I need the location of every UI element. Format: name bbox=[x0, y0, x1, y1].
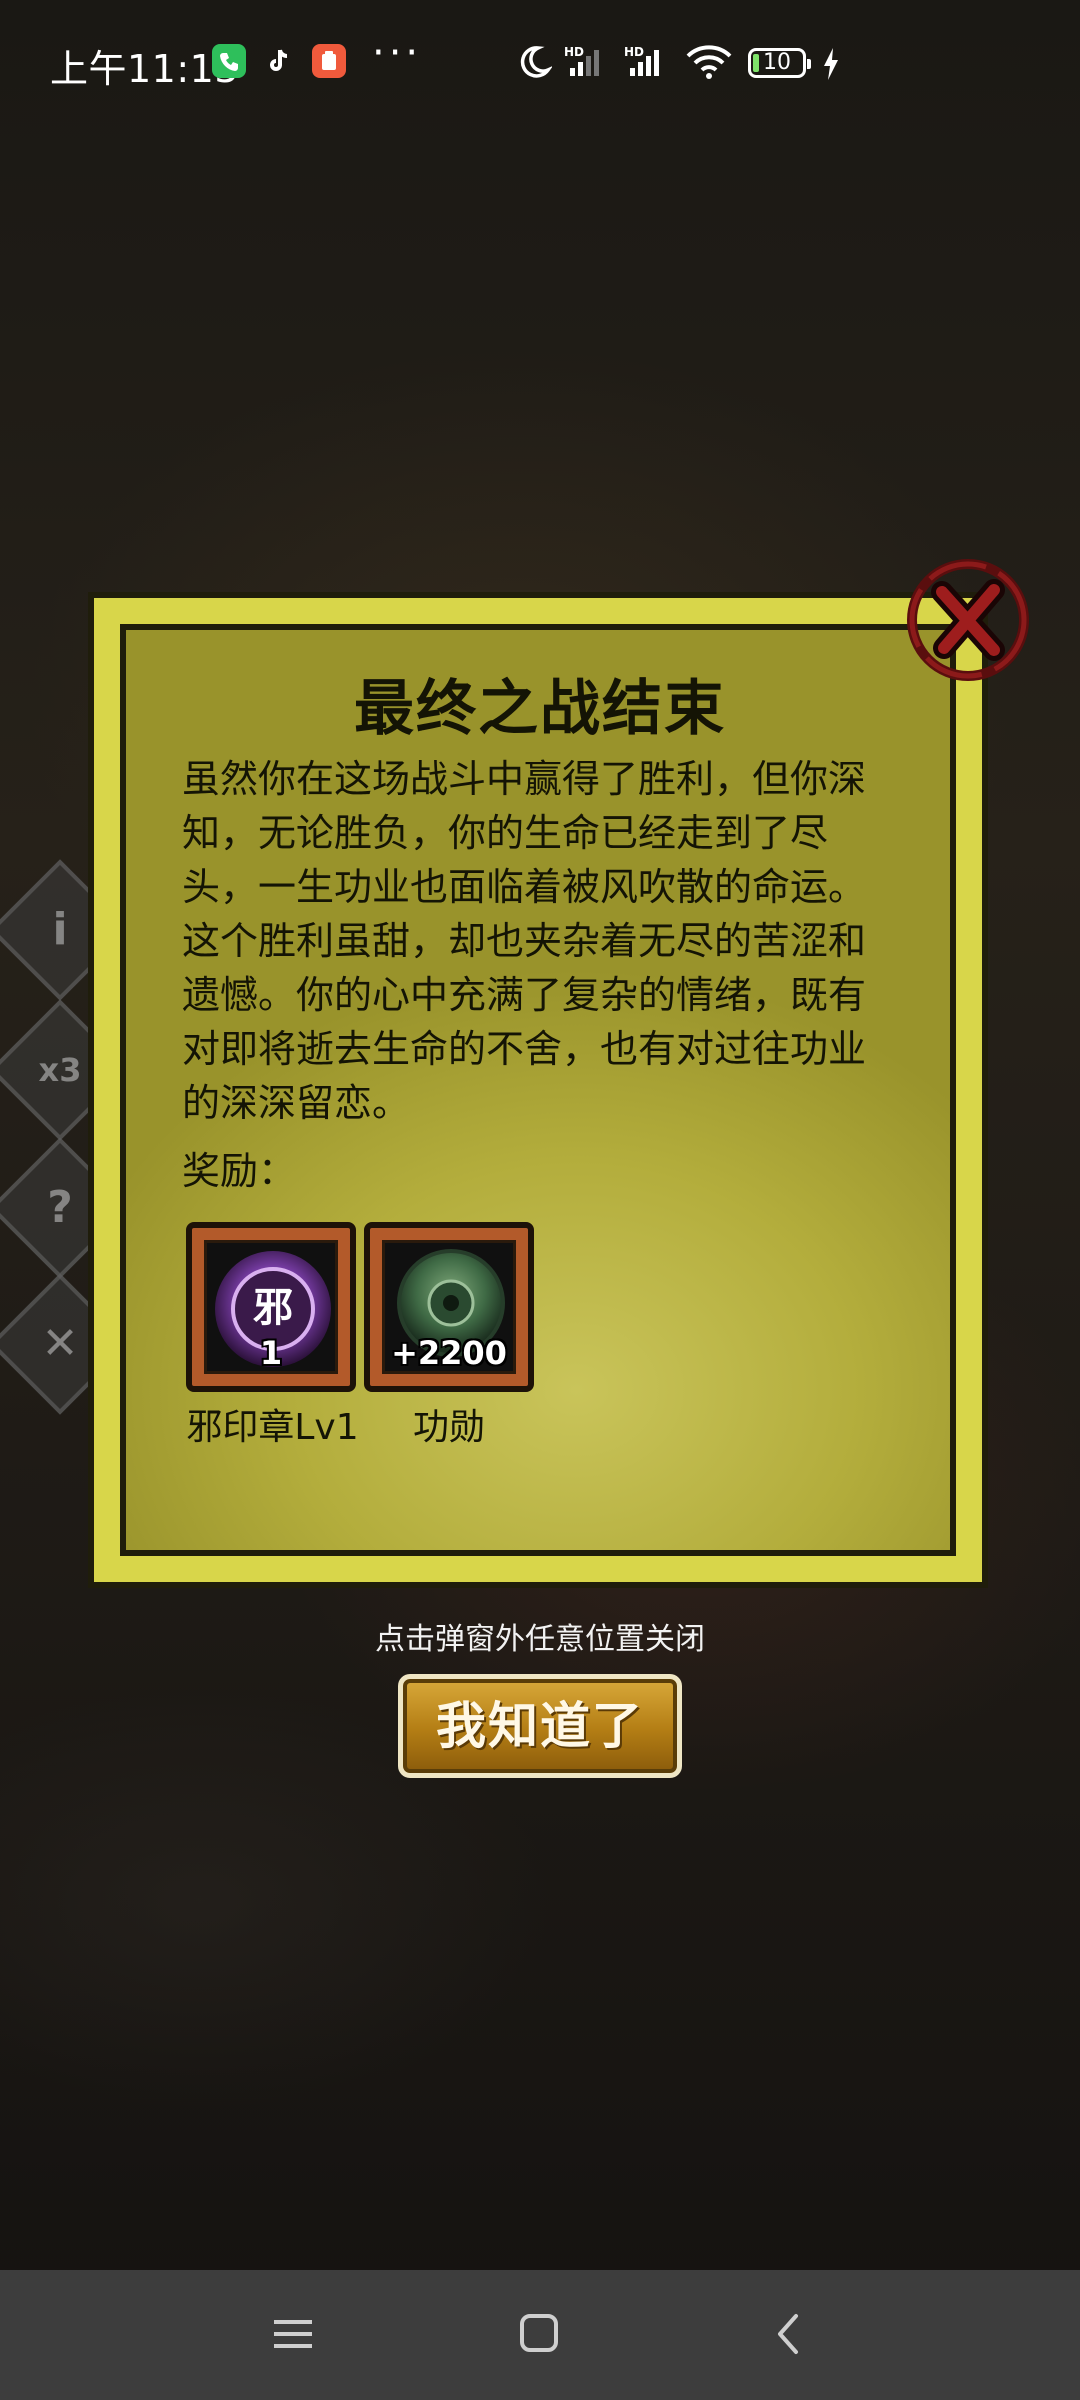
more-notifications-icon: ··· bbox=[372, 30, 423, 76]
reward-frame: +2200 bbox=[364, 1222, 534, 1392]
signal-hd-2-icon: HD bbox=[624, 45, 659, 76]
signal-hd-1-icon: HD bbox=[564, 45, 599, 76]
home-icon[interactable] bbox=[516, 2310, 564, 2358]
menu-icon[interactable] bbox=[272, 2310, 316, 2358]
back-icon[interactable] bbox=[770, 2310, 810, 2358]
status-time: 上午11:13 bbox=[50, 47, 240, 91]
svg-text:HD: HD bbox=[564, 45, 584, 59]
svg-text:HD: HD bbox=[624, 45, 644, 59]
reward-item-merit[interactable]: +2200 bbox=[364, 1222, 534, 1392]
reward-item-seal[interactable]: 邪 1 bbox=[186, 1222, 356, 1392]
close-button[interactable] bbox=[898, 552, 1038, 692]
reward-name-seal: 邪印章Lv1 bbox=[186, 1407, 359, 1448]
reward-name-merit: 功勋 bbox=[412, 1407, 485, 1448]
navigation-bar bbox=[0, 2270, 1080, 2400]
svg-text:邪: 邪 bbox=[253, 1285, 293, 1331]
dialog-story-text: 虽然你在这场战斗中赢得了胜利，但你深知，无论胜负，你的生命已经走到了尽头，一生功… bbox=[182, 757, 867, 1125]
tiktok-icon bbox=[262, 44, 296, 78]
phone-app-icon bbox=[212, 44, 246, 78]
reward-label: 奖励： bbox=[182, 1149, 297, 1193]
clipboard-app-icon bbox=[312, 44, 346, 78]
game-screen[interactable]: 上午11:13 ··· HD HD 10 i x3 ? ✕ 最终之战结束 虽然你… bbox=[0, 0, 1080, 2400]
do-not-disturb-moon-icon bbox=[520, 46, 552, 78]
close-hint-text: 点击弹窗外任意位置关闭 bbox=[375, 1622, 705, 1657]
battery-indicator: 10 bbox=[748, 48, 811, 78]
reward-amount: 1 bbox=[259, 1334, 283, 1372]
reward-amount: +2200 bbox=[391, 1334, 507, 1372]
reward-frame: 邪 1 bbox=[186, 1222, 356, 1392]
status-bar: 上午11:13 ··· HD HD 10 bbox=[0, 0, 1080, 130]
wifi-icon bbox=[686, 45, 732, 79]
close-icon bbox=[907, 559, 1029, 681]
charging-bolt-icon bbox=[824, 48, 838, 80]
acknowledge-button[interactable]: 我知道了 bbox=[398, 1674, 682, 1778]
